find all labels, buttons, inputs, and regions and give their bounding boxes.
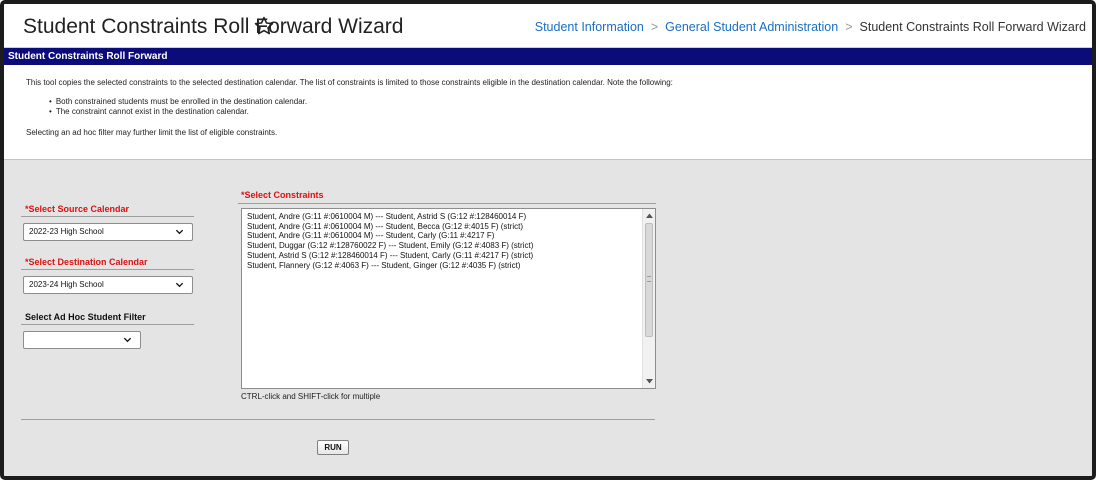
destination-calendar-value: 2023-24 High School bbox=[29, 280, 104, 289]
scrollbar-thumb[interactable] bbox=[645, 223, 653, 337]
wizard-form-panel: *Select Source Calendar 2022-23 High Sch… bbox=[4, 159, 1092, 476]
constraints-items: Student, Andre (G:11 #:0610004 M) --- St… bbox=[247, 212, 533, 270]
scrollbar-grip-icon bbox=[647, 276, 651, 282]
page-header: Student Constraints Roll Forward Wizard … bbox=[4, 4, 1092, 48]
destination-calendar-label: *Select Destination Calendar bbox=[25, 257, 148, 267]
constraint-option[interactable]: Student, Andre (G:11 #:0610004 M) --- St… bbox=[247, 212, 533, 222]
breadcrumb-separator: > bbox=[650, 20, 659, 34]
ad-hoc-filter-select[interactable] bbox=[23, 331, 141, 349]
constraint-option[interactable]: Student, Andre (G:11 #:0610004 M) --- St… bbox=[247, 231, 533, 241]
label-divider bbox=[21, 324, 194, 325]
chevron-down-icon bbox=[175, 229, 184, 235]
form-divider bbox=[21, 419, 655, 420]
breadcrumb-general-student-administration[interactable]: General Student Administration bbox=[665, 20, 838, 34]
constraints-listbox[interactable]: Student, Andre (G:11 #:0610004 M) --- St… bbox=[241, 208, 656, 389]
label-divider bbox=[21, 216, 194, 217]
app-window: Student Constraints Roll Forward Wizard … bbox=[0, 0, 1096, 480]
source-calendar-value: 2022-23 High School bbox=[29, 227, 104, 236]
run-button[interactable]: RUN bbox=[317, 440, 349, 455]
source-calendar-select[interactable]: 2022-23 High School bbox=[23, 223, 193, 241]
constraint-option[interactable]: Student, Flannery (G:12 #:4063 F) --- St… bbox=[247, 261, 533, 271]
constraint-option[interactable]: Student, Duggar (G:12 #:128760022 F) ---… bbox=[247, 241, 533, 251]
star-outline-icon[interactable] bbox=[253, 15, 275, 37]
label-divider bbox=[238, 203, 656, 204]
breadcrumb-current-page: Student Constraints Roll Forward Wizard bbox=[859, 20, 1086, 34]
scroll-down-arrow-icon[interactable] bbox=[646, 379, 653, 384]
breadcrumb-separator: > bbox=[845, 20, 853, 34]
scroll-up-arrow-icon[interactable] bbox=[646, 213, 653, 218]
constraint-option[interactable]: Student, Andre (G:11 #:0610004 M) --- St… bbox=[247, 222, 533, 232]
description-bullet: The constraint cannot exist in the desti… bbox=[49, 107, 1086, 117]
chevron-down-icon bbox=[175, 282, 184, 288]
breadcrumb-student-information[interactable]: Student Information bbox=[535, 20, 644, 34]
description-note: Selecting an ad hoc filter may further l… bbox=[26, 128, 278, 137]
constraint-option[interactable]: Student, Astrid S (G:12 #:128460014 F) -… bbox=[247, 251, 533, 261]
vertical-scrollbar[interactable] bbox=[642, 209, 655, 388]
description-intro: This tool copies the selected constraint… bbox=[26, 78, 673, 87]
tool-description: This tool copies the selected constraint… bbox=[26, 78, 1086, 147]
label-divider bbox=[21, 269, 194, 270]
description-bullet: Both constrained students must be enroll… bbox=[49, 97, 1086, 107]
constraints-label: *Select Constraints bbox=[241, 190, 324, 200]
chevron-down-icon bbox=[123, 337, 132, 343]
page-title: Student Constraints Roll Forward Wizard bbox=[23, 15, 404, 38]
ad-hoc-filter-label: Select Ad Hoc Student Filter bbox=[25, 312, 146, 322]
source-calendar-label: *Select Source Calendar bbox=[25, 204, 130, 214]
breadcrumb: Student Information > General Student Admi… bbox=[535, 20, 1086, 34]
section-title-bar: Student Constraints Roll Forward bbox=[4, 48, 1092, 65]
description-bullets: Both constrained students must be enroll… bbox=[49, 97, 1086, 117]
destination-calendar-select[interactable]: 2023-24 High School bbox=[23, 276, 193, 294]
multi-select-hint: CTRL-click and SHIFT-click for multiple bbox=[241, 392, 381, 401]
